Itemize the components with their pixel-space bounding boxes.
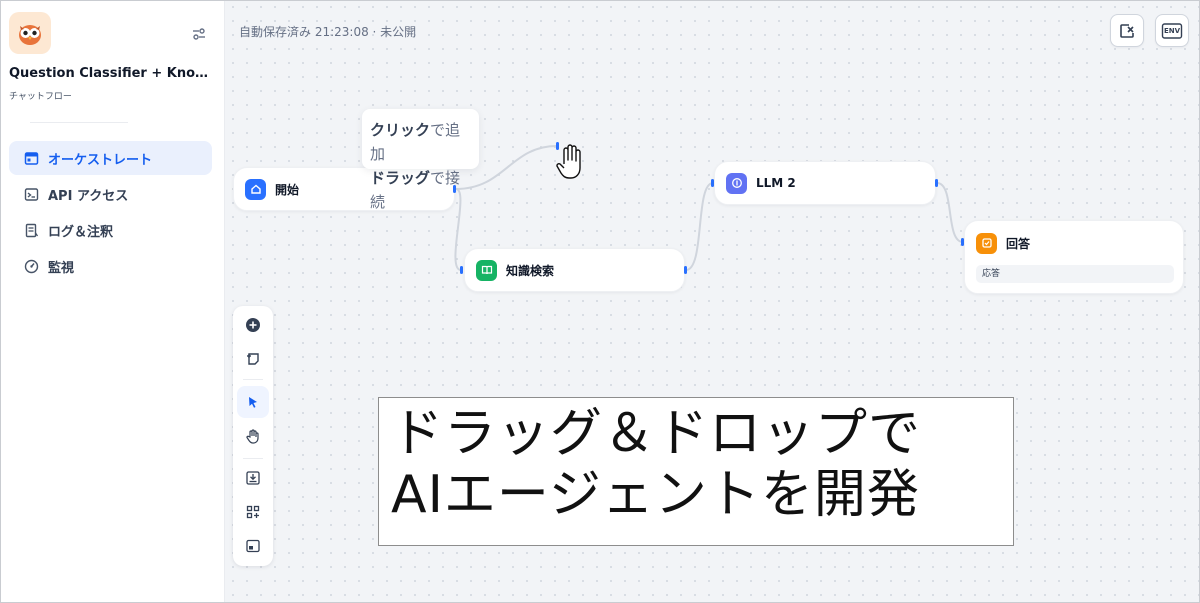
node-llm[interactable]: LLM 2	[714, 161, 936, 205]
hand-cursor-icon	[556, 144, 581, 179]
node-title: 知識検索	[506, 263, 555, 278]
note-icon	[247, 353, 259, 365]
node-answer[interactable]: 回答 応答	[964, 220, 1184, 294]
minimap-icon	[246, 539, 260, 553]
promo-caption: ドラッグ＆ドロップで AIエージェントを開発	[378, 397, 1014, 546]
knowledge-output-handle[interactable]	[684, 266, 687, 274]
export-image-button[interactable]	[237, 462, 269, 494]
edge-knowledge-llm	[685, 182, 714, 271]
pointer-icon	[249, 397, 257, 408]
plus-circle-icon	[246, 318, 260, 332]
pointer-mode-button[interactable]	[237, 386, 269, 418]
answer-field: 応答	[976, 265, 1174, 283]
download-icon	[246, 471, 260, 485]
canvas-toolbar	[233, 306, 273, 566]
add-note-button[interactable]	[237, 343, 269, 375]
node-title: 回答	[1006, 236, 1031, 251]
caption-line-2: AIエージェントを開発	[391, 465, 920, 525]
hand-icon	[246, 429, 259, 444]
connect-tooltip: クリックで追加 ドラッグで接続	[362, 109, 479, 211]
knowledge-input-handle[interactable]	[460, 266, 463, 274]
add-node-button[interactable]	[237, 309, 269, 341]
home-icon	[245, 178, 266, 200]
node-title: LLM 2	[756, 176, 796, 190]
caption-line-1: ドラッグ＆ドロップで	[391, 404, 922, 464]
node-answer-header: 回答	[965, 221, 1183, 265]
node-title: 開始	[275, 182, 300, 197]
toolbar-divider	[243, 379, 263, 380]
llm-output-handle[interactable]	[935, 179, 938, 187]
tooltip-drag: ドラッグ	[370, 169, 431, 187]
hand-mode-button[interactable]	[237, 420, 269, 452]
grid-plus-icon	[246, 505, 260, 519]
toolbar-divider	[243, 458, 263, 459]
organize-blocks-button[interactable]	[237, 496, 269, 528]
minimap-button[interactable]	[237, 530, 269, 562]
book-icon	[476, 259, 497, 281]
llm-icon	[726, 172, 747, 194]
tooltip-click: クリック	[370, 121, 431, 139]
edge-llm-answer	[936, 182, 964, 243]
answer-icon	[976, 232, 997, 254]
node-knowledge-retrieval[interactable]: 知識検索	[464, 248, 685, 292]
